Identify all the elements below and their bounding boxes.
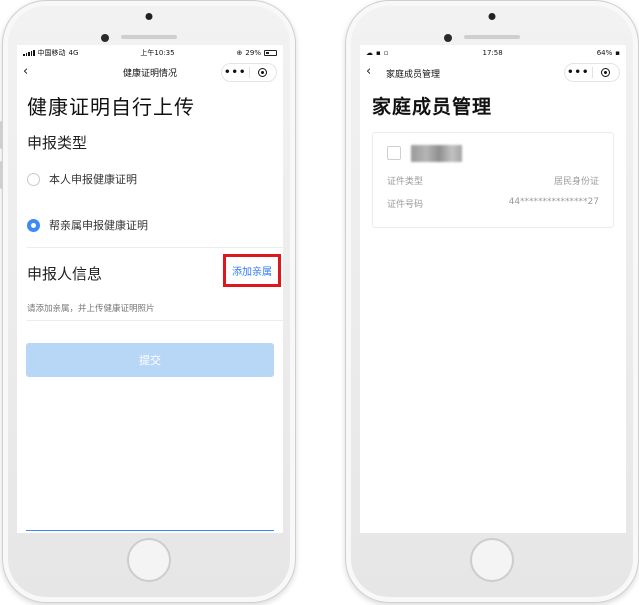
applicant-hint: 请添加亲属，并上传健康证明照片: [27, 304, 155, 314]
left-phone-frame: 中国移动 4G 上午10:35 ⊕ 29% ‹ 健康证明情况 ••• 健康证明自…: [0, 0, 296, 603]
family-member-card[interactable]: 证件类型 居民身份证 证件号码 44***************27: [372, 132, 614, 228]
message-icon: ▪: [376, 48, 381, 57]
network-label: 4G: [68, 48, 79, 57]
right-screen: ☁ ▪ ▫ 17:58 64% ▪ ‹ 家庭成员管理 ••• 家庭成员管理 证件…: [360, 45, 626, 533]
phone-side-button: [0, 121, 3, 149]
alarm-icon: ⊕: [236, 48, 243, 57]
page-title: 健康证明自行上传: [27, 95, 195, 119]
wechat-icon: ☁: [366, 48, 373, 57]
applicant-section: 申报人信息 添加亲属: [17, 248, 283, 300]
target-close-icon[interactable]: [250, 68, 277, 77]
add-relative-link[interactable]: 添加亲属: [223, 254, 281, 287]
radio-unchecked-icon[interactable]: [27, 172, 40, 186]
target-close-icon[interactable]: [593, 68, 620, 77]
miniapp-capsule: •••: [564, 63, 620, 82]
left-screen: 中国移动 4G 上午10:35 ⊕ 29% ‹ 健康证明情况 ••• 健康证明自…: [17, 45, 283, 533]
radio-checked-icon[interactable]: [27, 218, 40, 232]
radio-label: 帮亲属申报健康证明: [49, 219, 148, 232]
radio-option-relative[interactable]: 帮亲属申报健康证明: [17, 213, 283, 237]
bottom-accent-line: [26, 530, 274, 531]
divider: [27, 320, 283, 321]
id-number-row: 证件号码 44***************27: [387, 197, 599, 210]
notification-icon: ▫: [383, 48, 389, 57]
member-checkbox[interactable]: [387, 146, 401, 160]
more-dots-icon[interactable]: •••: [222, 67, 249, 79]
chevron-left-icon[interactable]: ‹: [23, 64, 28, 80]
page-title: 家庭成员管理: [372, 96, 493, 118]
blurred-member-name: [411, 145, 462, 162]
right-phone-frame: ☁ ▪ ▫ 17:58 64% ▪ ‹ 家庭成员管理 ••• 家庭成员管理 证件…: [345, 0, 639, 603]
status-time: 上午10:35: [140, 48, 175, 57]
radio-label: 本人申报健康证明: [49, 173, 137, 186]
status-bar: ☁ ▪ ▫ 17:58 64% ▪: [360, 45, 626, 60]
signal-icon: [23, 49, 35, 56]
nav-bar: ‹ 健康证明情况 •••: [17, 60, 283, 85]
id-number-value: 44***************27: [508, 197, 599, 207]
phone-side-button: [0, 161, 3, 189]
status-bar: 中国移动 4G 上午10:35 ⊕ 29%: [17, 45, 283, 60]
battery-percent: 29%: [245, 48, 261, 57]
screenshot-stage: 中国移动 4G 上午10:35 ⊕ 29% ‹ 健康证明情况 ••• 健康证明自…: [0, 0, 639, 605]
miniapp-capsule: •••: [221, 63, 277, 82]
more-dots-icon[interactable]: •••: [565, 67, 592, 79]
battery-icon: [263, 49, 277, 56]
radio-option-self[interactable]: 本人申报健康证明: [17, 167, 283, 191]
front-camera: [488, 13, 496, 20]
nav-title: 家庭成员管理: [386, 70, 441, 80]
status-time: 17:58: [482, 48, 503, 57]
report-type-title: 申报类型: [27, 134, 88, 152]
front-camera: [145, 13, 153, 20]
front-sensor: [101, 34, 109, 42]
lock-icon: ▪: [615, 48, 620, 57]
submit-button[interactable]: 提交: [26, 343, 274, 377]
id-type-label: 证件类型: [387, 177, 424, 187]
nav-bar: ‹ 家庭成员管理 •••: [360, 60, 626, 85]
id-type-value: 居民身份证: [553, 177, 599, 187]
front-sensor: [444, 34, 452, 42]
chevron-left-icon[interactable]: ‹: [366, 64, 371, 80]
battery-percent: 64%: [596, 48, 613, 57]
carrier-label: 中国移动: [37, 48, 66, 57]
home-button: [470, 538, 514, 582]
earpiece-speaker: [121, 35, 177, 39]
earpiece-speaker: [464, 35, 520, 39]
id-number-label: 证件号码: [387, 200, 424, 210]
applicant-title: 申报人信息: [27, 265, 103, 283]
home-button: [127, 538, 171, 582]
id-type-row: 证件类型 居民身份证: [387, 174, 599, 187]
